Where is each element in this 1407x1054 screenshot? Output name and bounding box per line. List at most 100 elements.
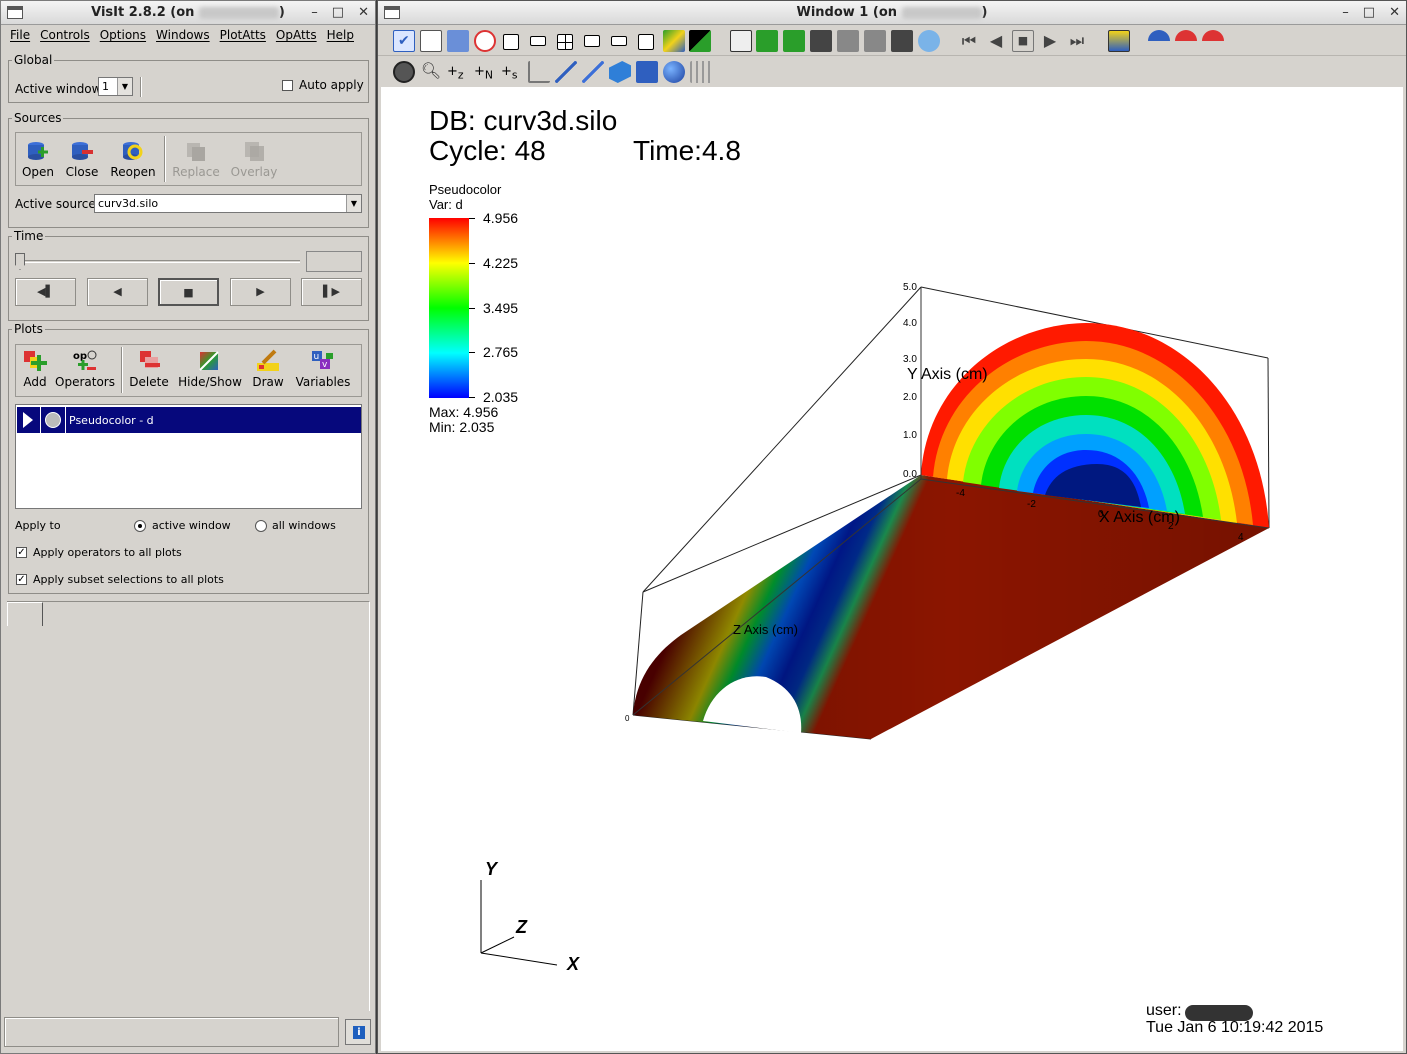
camera-print-icon[interactable] bbox=[864, 30, 886, 52]
reverse-play-button[interactable]: ◀ bbox=[87, 278, 148, 306]
user-lock-icon[interactable] bbox=[1202, 30, 1224, 52]
apply-subset-checkbox[interactable]: ✓ bbox=[16, 574, 27, 585]
lock-view-icon[interactable] bbox=[756, 30, 778, 52]
overlay-label: Overlay bbox=[230, 165, 278, 179]
play-animation-icon[interactable]: ▶ bbox=[1039, 30, 1061, 52]
gui-titlebar[interactable]: VisIt 2.8.2 (on ) – □ ✕ bbox=[1, 1, 375, 25]
menu-options[interactable]: Options bbox=[95, 25, 151, 47]
time-group: Time bbox=[8, 229, 369, 321]
operators-button[interactable]: op Operators bbox=[54, 349, 116, 389]
menu-controls[interactable]: Controls bbox=[35, 25, 95, 47]
clone-window-icon[interactable] bbox=[447, 30, 469, 52]
delete-window-icon[interactable] bbox=[474, 30, 496, 52]
layout-2x3-icon[interactable] bbox=[584, 35, 600, 47]
viewer-titlebar[interactable]: Window 1 (on ) – □ ✕ bbox=[378, 1, 1406, 25]
hide-show-button[interactable]: Hide/Show bbox=[178, 349, 242, 389]
user-icon[interactable] bbox=[1148, 30, 1170, 52]
render-canvas[interactable]: DB: curv3d.silo Cycle: 48 Time:4.8 Pseud… bbox=[381, 87, 1403, 1051]
apply-operators-checkbox[interactable]: ✓ bbox=[16, 547, 27, 558]
y-tick-label: 3.0 bbox=[903, 354, 917, 365]
layout-1x1-icon[interactable] bbox=[503, 34, 519, 50]
menu-help[interactable]: Help bbox=[322, 25, 359, 47]
next-frame-icon[interactable]: ⏭ bbox=[1066, 30, 1088, 52]
window-menu-icon[interactable] bbox=[7, 6, 23, 19]
auto-apply-checkbox[interactable] bbox=[282, 80, 293, 91]
expand-triangle-icon[interactable] bbox=[23, 412, 33, 428]
sphere-tool-icon[interactable] bbox=[663, 61, 685, 83]
active-window-icon[interactable]: ✔ bbox=[393, 30, 415, 52]
maximize-icon[interactable]: □ bbox=[332, 1, 344, 25]
invert-colors-icon[interactable] bbox=[689, 30, 711, 52]
active-window-select[interactable]: 1 ▼ bbox=[98, 77, 133, 96]
user-remove-icon[interactable] bbox=[1175, 30, 1197, 52]
window-menu-icon[interactable] bbox=[384, 6, 400, 19]
delete-plot-button[interactable]: Delete bbox=[127, 349, 171, 389]
navigate-icon[interactable] bbox=[393, 61, 415, 83]
draw-button[interactable]: Draw bbox=[248, 349, 288, 389]
zoom-icon[interactable]: 🔍︎ bbox=[420, 61, 442, 83]
output-button[interactable]: i bbox=[345, 1019, 371, 1045]
close-icon[interactable]: ✕ bbox=[1389, 1, 1400, 25]
step-forward-button[interactable]: ▌▶ bbox=[301, 278, 362, 306]
add-plot-button[interactable]: Add bbox=[19, 349, 51, 389]
divider bbox=[65, 407, 66, 433]
lock-time-icon[interactable] bbox=[783, 30, 805, 52]
close-icon[interactable]: ✕ bbox=[358, 1, 369, 25]
plot-list[interactable]: Pseudocolor - d bbox=[15, 404, 362, 509]
z-origin-tick: 0 bbox=[625, 714, 630, 723]
stop-animation-icon[interactable]: ■ bbox=[1012, 30, 1034, 52]
hide-show-label: Hide/Show bbox=[178, 375, 242, 389]
variables-button[interactable]: uv Variables bbox=[293, 349, 353, 389]
active-window-radio[interactable] bbox=[134, 520, 146, 532]
camera-export-icon[interactable] bbox=[891, 30, 913, 52]
all-windows-radio[interactable] bbox=[255, 520, 267, 532]
box-mode-icon[interactable] bbox=[730, 30, 752, 52]
close-button[interactable]: Close bbox=[63, 139, 101, 179]
menu-file[interactable]: File bbox=[5, 25, 35, 47]
first-frame-icon[interactable]: ⏮ bbox=[958, 30, 980, 52]
minimize-icon[interactable]: – bbox=[311, 1, 318, 25]
apply-to-label: Apply to bbox=[15, 519, 61, 532]
minimize-icon[interactable]: – bbox=[1342, 1, 1349, 25]
maximize-icon[interactable]: □ bbox=[1363, 1, 1375, 25]
plane-tool-icon[interactable] bbox=[609, 61, 631, 83]
layout-2x2-icon[interactable] bbox=[557, 34, 573, 50]
overlay-button[interactable]: Overlay bbox=[230, 139, 278, 179]
play-button[interactable]: ▶ bbox=[230, 278, 291, 306]
globe-icon[interactable] bbox=[918, 30, 940, 52]
menu-opatts[interactable]: OpAtts bbox=[271, 25, 322, 47]
y-tick-label: 5.0 bbox=[903, 282, 917, 293]
prev-frame-icon[interactable]: ◀ bbox=[985, 30, 1007, 52]
camera-save-icon[interactable] bbox=[837, 30, 859, 52]
time-state-field[interactable] bbox=[306, 251, 362, 272]
layout-3x3-icon[interactable] bbox=[638, 34, 654, 50]
reopen-button[interactable]: Reopen bbox=[109, 139, 157, 179]
menu-plotatts[interactable]: PlotAtts bbox=[215, 25, 271, 47]
time-slider-track[interactable] bbox=[17, 260, 300, 263]
active-source-select[interactable]: curv3d.silo ▼ bbox=[94, 194, 362, 213]
lineout-icon[interactable] bbox=[528, 61, 550, 83]
point-tool-icon[interactable] bbox=[555, 61, 577, 83]
axis-restriction-icon[interactable] bbox=[690, 61, 712, 83]
stop-button[interactable]: ■ bbox=[158, 278, 219, 306]
spreadsheet-pick-icon[interactable]: +s bbox=[501, 61, 523, 83]
box-tool-icon[interactable] bbox=[636, 61, 658, 83]
overlay-database-icon bbox=[241, 139, 267, 163]
add-label: Add bbox=[23, 375, 47, 389]
spin-mode-icon[interactable] bbox=[663, 30, 685, 52]
zone-pick-icon[interactable]: +z bbox=[447, 61, 469, 83]
add-window-icon[interactable] bbox=[420, 30, 442, 52]
line-tool-icon[interactable] bbox=[582, 61, 604, 83]
replace-button[interactable]: Replace bbox=[171, 139, 221, 179]
replace-label: Replace bbox=[172, 165, 220, 179]
layout-3x2-icon[interactable] bbox=[611, 36, 627, 46]
step-back-button[interactable]: ◀▌ bbox=[15, 278, 76, 306]
menu-windows[interactable]: Windows bbox=[151, 25, 215, 47]
plot-list-item[interactable]: Pseudocolor - d bbox=[17, 407, 361, 433]
open-button[interactable]: Open bbox=[19, 139, 57, 179]
colortable-icon[interactable] bbox=[1108, 30, 1130, 52]
layout-1x2-icon[interactable] bbox=[530, 36, 546, 46]
camera-icon[interactable] bbox=[810, 30, 832, 52]
notepad-tab[interactable] bbox=[7, 602, 43, 626]
node-pick-icon[interactable]: +N bbox=[474, 61, 496, 83]
